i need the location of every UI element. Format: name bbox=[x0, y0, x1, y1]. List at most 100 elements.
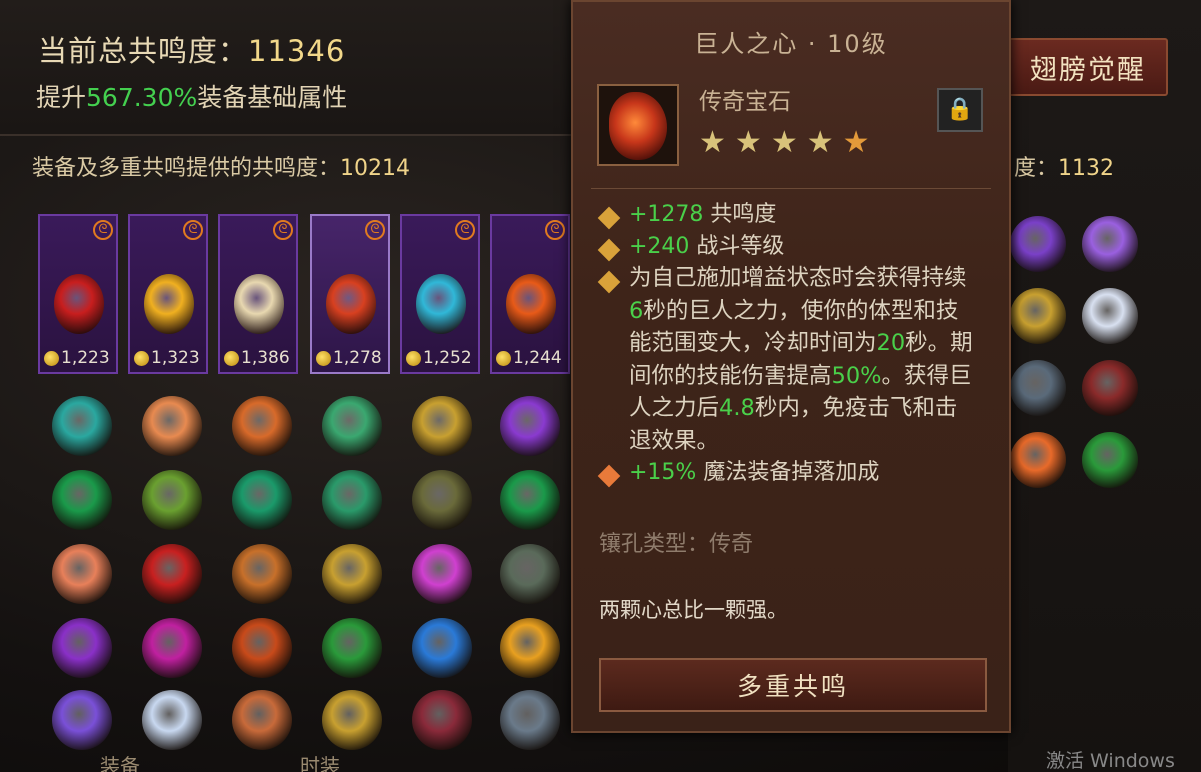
gem-slot[interactable]: ᘓ 1,244 bbox=[490, 214, 570, 374]
star-icon: ★ bbox=[770, 125, 798, 160]
coin-icon bbox=[134, 350, 149, 366]
tab-equipment[interactable]: 装备 bbox=[100, 750, 140, 772]
gem-icon[interactable] bbox=[1082, 360, 1138, 416]
legendary-gem-icon bbox=[416, 274, 466, 334]
equip-label: 装备及多重共鸣提供的共鸣度： bbox=[32, 156, 341, 181]
slot-resonance: 1,252 bbox=[406, 348, 472, 368]
gem-icon[interactable] bbox=[142, 396, 202, 456]
stat-value: +15% bbox=[629, 460, 697, 485]
socket-type: 镶孔类型：传奇 bbox=[599, 532, 754, 557]
bullet-icon bbox=[597, 238, 621, 262]
gem-icon[interactable] bbox=[322, 470, 382, 530]
gem-icon[interactable] bbox=[500, 544, 560, 604]
gem-icon[interactable] bbox=[322, 544, 382, 604]
gem-icon[interactable] bbox=[1010, 288, 1066, 344]
gem-slot[interactable]: ᘓ 1,278 bbox=[310, 214, 390, 374]
flavor-text: 两颗心总比一颗强。 bbox=[599, 598, 788, 622]
bullet-icon bbox=[597, 464, 621, 488]
bullet-icon bbox=[597, 270, 621, 294]
gem-type: 传奇宝石 bbox=[699, 89, 791, 115]
gem-icon[interactable] bbox=[500, 470, 560, 530]
gem-icon[interactable] bbox=[500, 396, 560, 456]
gem-icon[interactable] bbox=[1082, 216, 1138, 272]
gem-icon[interactable] bbox=[500, 618, 560, 678]
lock-icon[interactable]: 🔒 bbox=[937, 88, 983, 132]
gem-icon[interactable] bbox=[1082, 432, 1138, 488]
boost-pct: 567.30% bbox=[86, 83, 198, 112]
gem-icon[interactable] bbox=[412, 396, 472, 456]
gem-slot[interactable]: ᘓ 1,386 bbox=[218, 214, 298, 374]
gem-icon[interactable] bbox=[1010, 360, 1066, 416]
gem-icon[interactable] bbox=[232, 396, 292, 456]
stat-combat-level: +240 战斗等级 bbox=[629, 231, 784, 263]
slot-resonance: 1,386 bbox=[224, 348, 290, 368]
stat-magic-find: +15% 魔法装备掉落加成 bbox=[629, 457, 879, 489]
tab-fashion[interactable]: 时装 bbox=[300, 750, 340, 772]
total-label: 当前总共鸣度： bbox=[38, 34, 249, 68]
gem-icon[interactable] bbox=[142, 470, 202, 530]
legendary-gem-icon bbox=[144, 274, 194, 334]
gem-icon[interactable] bbox=[232, 690, 292, 750]
stat-label: 战斗等级 bbox=[689, 234, 785, 259]
windows-watermark: 激活 Windows bbox=[1046, 750, 1175, 772]
gem-icon[interactable] bbox=[52, 396, 112, 456]
rune-icon: ᘓ bbox=[455, 220, 475, 240]
stat-label: 共鸣度 bbox=[703, 202, 777, 227]
slot-value: 1,323 bbox=[151, 348, 200, 368]
slot-value: 1,278 bbox=[333, 348, 382, 368]
gem-icon[interactable] bbox=[1010, 432, 1066, 488]
gem-slot[interactable]: ᘓ 1,252 bbox=[400, 214, 480, 374]
desc-number: 4.8 bbox=[719, 395, 755, 421]
gem-icon[interactable] bbox=[322, 618, 382, 678]
slot-resonance: 1,223 bbox=[44, 348, 110, 368]
gem-icon-box bbox=[597, 84, 679, 166]
rune-icon: ᘓ bbox=[183, 220, 203, 240]
coin-icon bbox=[316, 350, 331, 366]
gem-icon[interactable] bbox=[322, 396, 382, 456]
gem-icon[interactable] bbox=[142, 618, 202, 678]
slot-value: 1,252 bbox=[423, 348, 472, 368]
legendary-gem-icon bbox=[326, 274, 376, 334]
gem-icon[interactable] bbox=[412, 618, 472, 678]
gem-icon[interactable] bbox=[52, 690, 112, 750]
legendary-gem-icon bbox=[234, 274, 284, 334]
gem-slot[interactable]: ᘓ 1,323 bbox=[128, 214, 208, 374]
stat-value: +240 bbox=[629, 234, 690, 259]
half-star-icon: ★ bbox=[842, 125, 870, 160]
gem-slot[interactable]: ᘓ 1,223 bbox=[38, 214, 118, 374]
gem-icon[interactable] bbox=[412, 470, 472, 530]
slot-resonance: 1,244 bbox=[496, 348, 562, 368]
gem-icon[interactable] bbox=[500, 690, 560, 750]
wing-awaken-button[interactable]: 翅膀觉醒 bbox=[1008, 38, 1168, 96]
gem-icon[interactable] bbox=[1010, 216, 1066, 272]
gem-icon[interactable] bbox=[52, 470, 112, 530]
gem-icon[interactable] bbox=[1082, 288, 1138, 344]
stat-resonance: +1278 共鸣度 bbox=[629, 199, 776, 231]
slot-value: 1,386 bbox=[241, 348, 290, 368]
giant-heart-gem-icon bbox=[609, 92, 667, 160]
gem-icon[interactable] bbox=[142, 544, 202, 604]
star-rating: ★ ★ ★ ★ ★ bbox=[699, 128, 870, 158]
gem-icon[interactable] bbox=[412, 690, 472, 750]
gem-icon[interactable] bbox=[52, 544, 112, 604]
rune-icon: ᘓ bbox=[273, 220, 293, 240]
desc-text: 为自己施加增益状态时会获得持续 bbox=[629, 265, 967, 291]
rune-icon: ᘓ bbox=[93, 220, 113, 240]
gem-icon[interactable] bbox=[232, 470, 292, 530]
coin-icon bbox=[496, 350, 511, 366]
star-icon: ★ bbox=[734, 125, 762, 160]
gem-icon[interactable] bbox=[412, 544, 472, 604]
slot-value: 1,223 bbox=[61, 348, 110, 368]
gem-icon[interactable] bbox=[142, 690, 202, 750]
total-value: 11346 bbox=[248, 34, 346, 68]
gem-icon[interactable] bbox=[232, 544, 292, 604]
gem-icon[interactable] bbox=[232, 618, 292, 678]
bullet-icon bbox=[597, 206, 621, 230]
right-resonance: 度：1132 bbox=[1014, 150, 1114, 182]
boost-line: 提升567.30%装备基础属性 bbox=[36, 78, 347, 114]
desc-number: 50% bbox=[831, 362, 882, 389]
gem-icon[interactable] bbox=[322, 690, 382, 750]
multi-resonance-button[interactable]: 多重共鸣 bbox=[599, 658, 987, 712]
coin-icon bbox=[406, 350, 421, 366]
gem-icon[interactable] bbox=[52, 618, 112, 678]
